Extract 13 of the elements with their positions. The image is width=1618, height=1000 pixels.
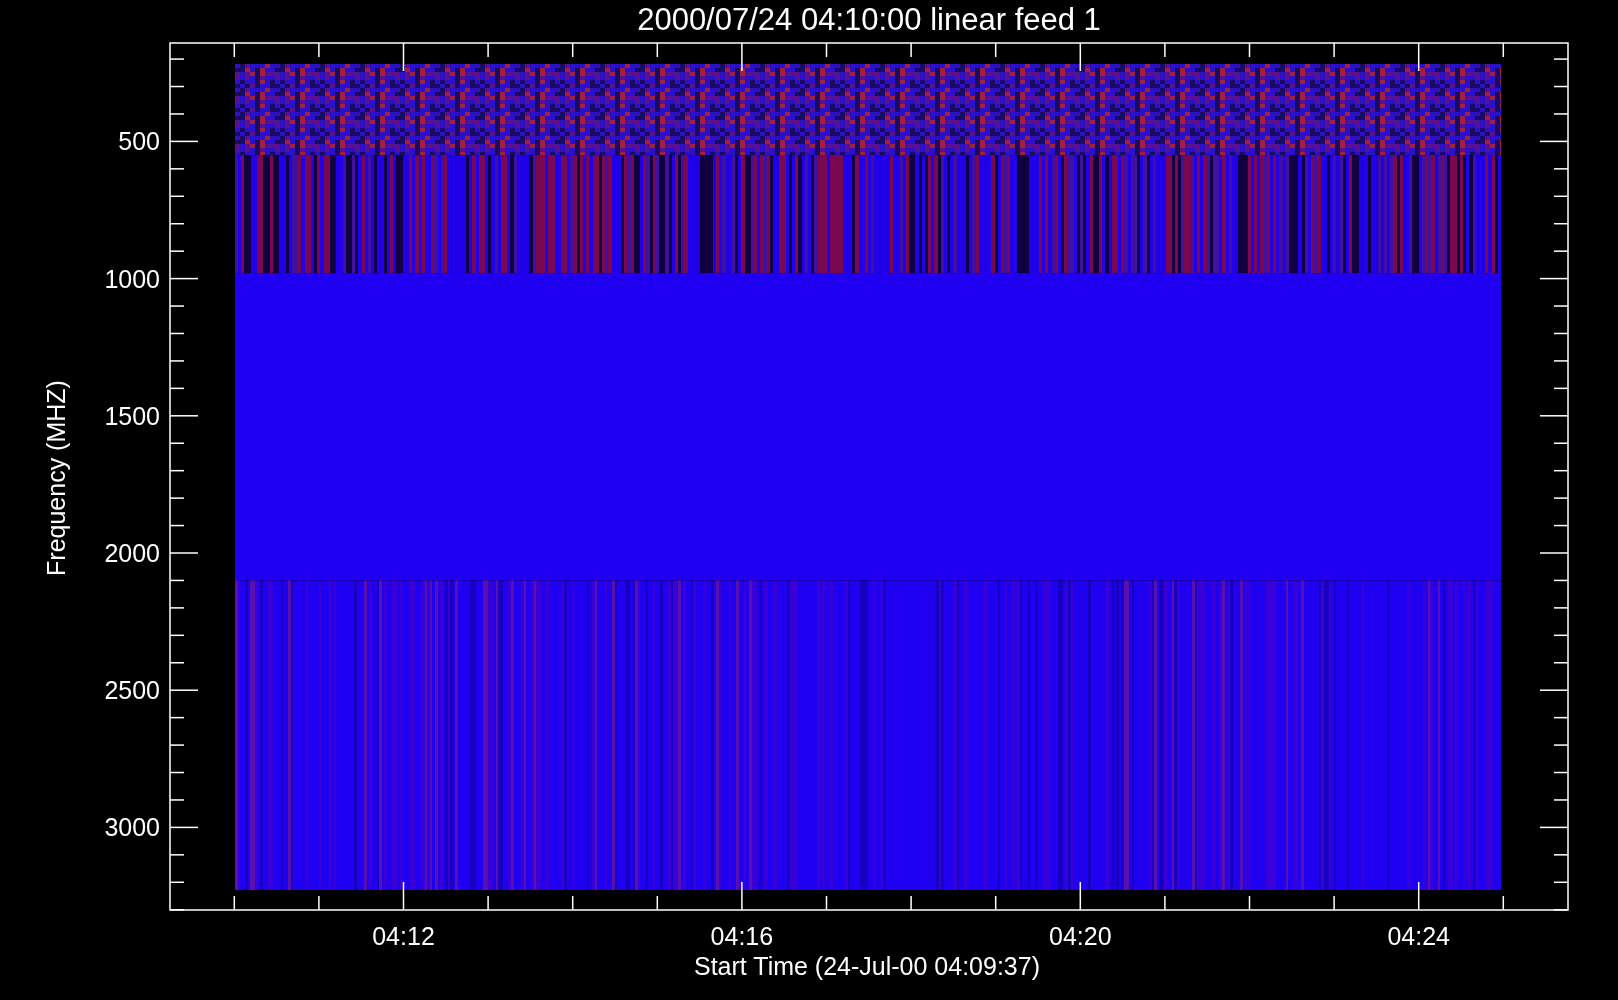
- y-tick-label: 2500: [104, 676, 160, 705]
- y-tick-label: 1000: [104, 264, 160, 293]
- y-tick-label: 3000: [104, 813, 160, 842]
- x-tick-label: 04:16: [710, 922, 774, 950]
- x-tick-label: 04:12: [372, 922, 435, 950]
- y-tick-label: 2000: [104, 539, 160, 567]
- y-tick-label: 1500: [104, 401, 160, 430]
- y-axis-label: Frequency (MHZ): [42, 380, 70, 576]
- y-tick-label: 500: [118, 127, 160, 156]
- plot-title: 2000/07/24 04:10:00 linear feed 1: [637, 2, 1101, 37]
- x-tick-label: 04:24: [1387, 922, 1450, 950]
- x-tick-label: 04:20: [1049, 922, 1112, 950]
- x-axis-label: Start Time (24-Jul-00 04:09:37): [694, 952, 1040, 980]
